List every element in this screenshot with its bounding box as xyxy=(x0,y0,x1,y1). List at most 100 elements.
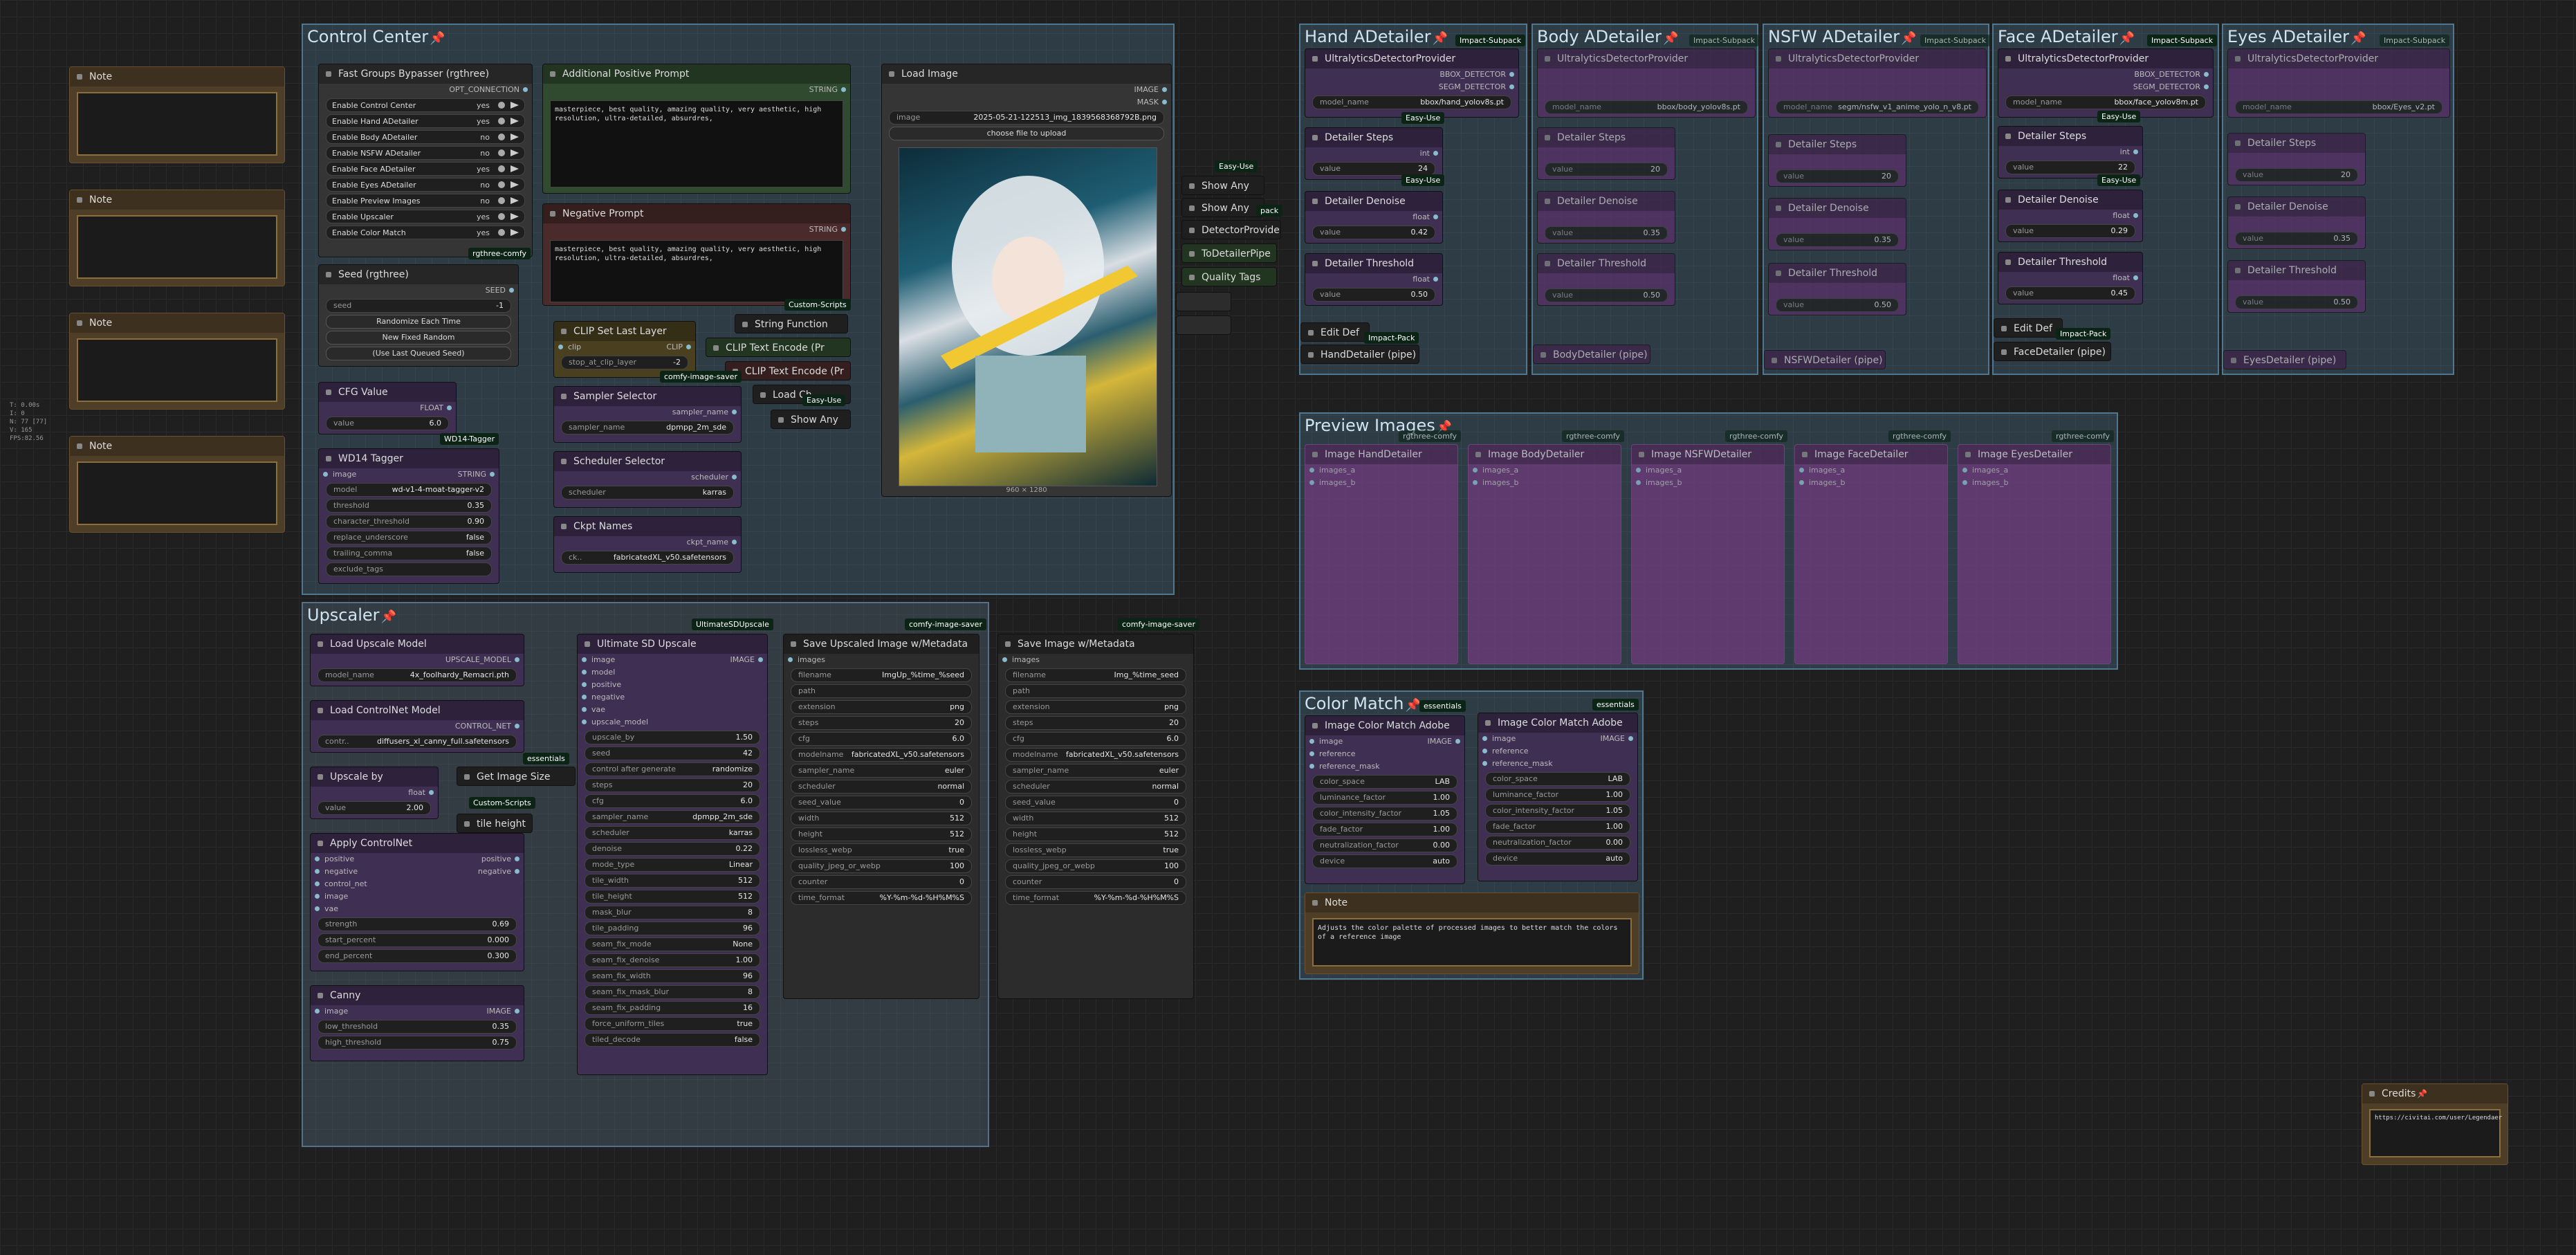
output-slot[interactable]: sampler_name xyxy=(554,406,741,419)
input-slot[interactable]: images_a xyxy=(1795,464,1947,477)
new-fixed-random-button[interactable]: New Fixed Random xyxy=(326,331,511,345)
nsfw-detailer-pipe-node[interactable]: NSFWDetailer (pipe) xyxy=(1764,350,1886,369)
output-slot[interactable]: scheduler xyxy=(554,471,741,484)
output-slot[interactable]: OPT_CONNECTION xyxy=(319,84,532,96)
credits-link[interactable]: https://civitai.com/user/Legendaer xyxy=(2369,1109,2502,1157)
group-toggle-row[interactable]: Enable Control Center yes xyxy=(326,98,525,112)
counter-widget[interactable]: counter 0 xyxy=(791,875,972,889)
sampler-name-widget[interactable]: sampler_name euler xyxy=(1005,764,1186,778)
note-text-area[interactable] xyxy=(77,215,277,279)
model-name-widget[interactable]: model_name bbox/face_yolov8m.pt xyxy=(2005,95,2206,109)
quality-tags-node[interactable]: Quality Tags xyxy=(1181,267,1277,286)
tile-height-widget[interactable]: tile_height 512 xyxy=(585,890,760,904)
model-name-widget[interactable]: model_name segm/nsfw_v1_anime_yolo_n_v8.p… xyxy=(1776,100,1979,114)
luminance-factor-widget[interactable]: luminance_factor 1.00 xyxy=(1312,791,1457,805)
pin-icon[interactable]: 📌 xyxy=(1663,31,1678,46)
group-toggle-row[interactable]: Enable Face ADetailer yes xyxy=(326,162,525,176)
navigate-arrow-icon[interactable] xyxy=(510,149,519,156)
input-slot[interactable]: image xyxy=(319,468,356,481)
ultralytics-detector-node[interactable]: UltralyticsDetectorProvider model_name seg… xyxy=(1768,48,1987,118)
input-slot[interactable]: images xyxy=(998,654,1193,666)
steps-widget[interactable]: value 22 xyxy=(2005,161,2135,174)
extension-widget[interactable]: extension png xyxy=(1005,700,1186,714)
exclude-tags-widget[interactable]: exclude_tags xyxy=(326,562,492,576)
output-slot[interactable]: float xyxy=(1998,272,2142,284)
model-widget[interactable]: model wd-v1-4-moat-tagger-v2 xyxy=(326,483,492,497)
toggle-switch-icon[interactable] xyxy=(498,181,505,188)
pin-icon[interactable]: 📌 xyxy=(2119,31,2135,46)
device-widget[interactable]: device auto xyxy=(1312,854,1457,868)
seam-fix-mask-blur-widget[interactable]: seam_fix_mask_blur 8 xyxy=(585,985,760,999)
force-uniform-tiles-widget[interactable]: force_uniform_tiles true xyxy=(585,1017,760,1031)
ckpt-widget[interactable]: ck.. fabricatedXL_v50.safetensors xyxy=(561,551,734,565)
edit-detailer-node[interactable]: Edit Def xyxy=(1300,322,1370,342)
denoise-widget[interactable]: denoise 0.22 xyxy=(585,842,760,856)
input-slot[interactable]: reference xyxy=(1305,748,1464,760)
low-threshold-widget[interactable]: low_threshold 0.35 xyxy=(318,1020,517,1034)
output-slot[interactable]: ckpt_name xyxy=(554,536,741,549)
positive-prompt-node[interactable]: Additional Positive Prompt STRING master… xyxy=(542,64,851,194)
input-slot[interactable]: vae xyxy=(578,704,767,716)
model-name-widget[interactable]: model_name bbox/hand_yolov8s.pt xyxy=(1312,95,1511,109)
scheduler-widget[interactable]: scheduler karras xyxy=(585,826,760,840)
detailer-steps-node[interactable]: Detailer Steps value 20 xyxy=(1537,127,1675,180)
quality-jpeg-or-webp-widget[interactable]: quality_jpeg_or_webp 100 xyxy=(791,859,972,873)
navigate-arrow-icon[interactable] xyxy=(510,213,519,220)
cfg-widget[interactable]: cfg 6.0 xyxy=(791,732,972,746)
input-slot[interactable]: positive xyxy=(578,679,767,691)
detailer-denoise-node[interactable]: Detailer Denoise float value 0.42 xyxy=(1305,191,1443,244)
seed-widget[interactable]: seed -1 xyxy=(326,299,511,313)
steps-widget[interactable]: value 20 xyxy=(1545,163,1668,176)
cfg-widget[interactable]: value 6.0 xyxy=(326,416,449,430)
threshold-widget[interactable]: value 0.50 xyxy=(1312,288,1435,302)
group-toggle-row[interactable]: Enable Upscaler yes xyxy=(326,210,525,223)
fade-factor-widget[interactable]: fade_factor 1.00 xyxy=(1312,823,1457,836)
note-text-area[interactable] xyxy=(77,338,277,402)
lossless-webp-widget[interactable]: lossless_webp true xyxy=(791,843,972,857)
toggle-switch-icon[interactable] xyxy=(498,229,505,236)
quality-jpeg-or-webp-widget[interactable]: quality_jpeg_or_webp 100 xyxy=(1005,859,1186,873)
cfg-value-node[interactable]: CFG Value FLOAT value 6.0 xyxy=(318,382,457,434)
output-slot[interactable]: BBOX_DETECTOR xyxy=(1998,68,2213,81)
pin-icon[interactable]: 📌 xyxy=(1433,31,1448,46)
seed-widget[interactable]: seed 42 xyxy=(585,746,760,760)
input-slot[interactable]: image xyxy=(311,890,524,903)
detailer-denoise-node[interactable]: Detailer Denoise float value 0.29 xyxy=(1998,190,2143,242)
note-text-area[interactable] xyxy=(77,92,277,156)
output-slot[interactable]: int xyxy=(1305,147,1442,160)
end-percent-widget[interactable]: end_percent 0.300 xyxy=(318,949,517,963)
detailer-steps-node[interactable]: Detailer Steps value 20 xyxy=(2227,133,2366,185)
steps-widget[interactable]: steps 20 xyxy=(791,716,972,730)
save-upscaled-image-node[interactable]: Save Upscaled Image w/Metadata images fi… xyxy=(783,634,979,999)
controlnet-model-widget[interactable]: contr.. diffusers_xl_canny_full.safetenso… xyxy=(318,735,517,749)
threshold-widget[interactable]: value 0.45 xyxy=(2005,286,2135,300)
seam-fix-mode-widget[interactable]: seam_fix_mode None xyxy=(585,937,760,951)
output-slot[interactable]: STRING xyxy=(458,468,499,481)
threshold-widget[interactable]: value 0.50 xyxy=(2235,295,2358,309)
detailer-threshold-node[interactable]: Detailer Threshold value 0.50 xyxy=(2227,260,2366,313)
input-slot[interactable]: image xyxy=(311,1005,348,1018)
input-slot[interactable]: images_b xyxy=(1958,477,2110,489)
strength-widget[interactable]: strength 0.69 xyxy=(318,917,517,931)
navigate-arrow-icon[interactable] xyxy=(510,229,519,236)
pin-icon[interactable]: 📌 xyxy=(2350,31,2366,46)
mask-blur-widget[interactable]: mask_blur 8 xyxy=(585,906,760,919)
input-slot[interactable]: model xyxy=(578,666,767,679)
threshold-widget[interactable]: threshold 0.35 xyxy=(326,499,492,513)
path-widget[interactable]: path xyxy=(791,684,972,698)
load-upscale-model-node[interactable]: Load Upscale Model UPSCALE_MODEL model_n… xyxy=(310,634,524,686)
output-slot[interactable]: IMAGE xyxy=(486,1005,524,1018)
filename-widget[interactable]: filename ImgUp_%time_%seed xyxy=(791,668,972,682)
output-slot[interactable]: IMAGE xyxy=(882,84,1171,96)
height-widget[interactable]: height 512 xyxy=(791,827,972,841)
input-slot[interactable]: upscale_model xyxy=(578,716,767,729)
denoise-widget[interactable]: value 0.35 xyxy=(1545,226,1668,240)
input-slot[interactable]: image xyxy=(1305,735,1343,748)
output-slot[interactable]: SEGM_DETECTOR xyxy=(1305,81,1518,93)
toggle-switch-icon[interactable] xyxy=(498,149,505,156)
seed-value-widget[interactable]: seed_value 0 xyxy=(791,796,972,809)
note-node[interactable]: Note xyxy=(69,313,285,410)
cfg-widget[interactable]: cfg 6.0 xyxy=(1005,732,1186,746)
hand-detailer-pipe-node[interactable]: HandDetailer (pipe) xyxy=(1300,345,1419,364)
input-slot[interactable]: negative xyxy=(578,691,767,704)
